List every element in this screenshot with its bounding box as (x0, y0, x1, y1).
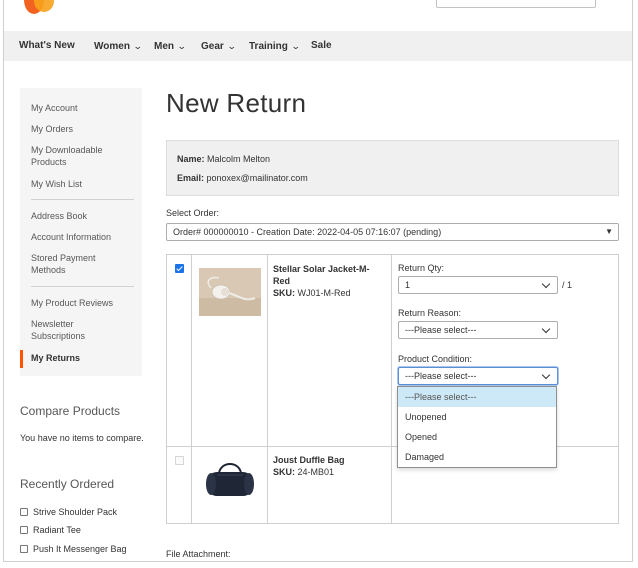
sidebar-item-my-account[interactable]: My Account (31, 102, 137, 114)
chevron-down-icon: ⌄ (132, 41, 143, 51)
recent-item[interactable]: Push It Messenger Bag (20, 543, 127, 555)
product-thumbnail[interactable] (199, 268, 261, 316)
search-input[interactable] (436, 0, 596, 8)
sidebar-divider (31, 199, 134, 200)
main-navigation: What's New Women ⌄ Men ⌄ Gear ⌄ Training ⌄ S… (4, 31, 632, 61)
recent-item[interactable]: Strive Shoulder Pack (20, 506, 117, 518)
chevron-down-icon (541, 279, 551, 289)
condition-option[interactable]: ---Please select--- (398, 387, 556, 407)
return-qty-label: Return Qty: (398, 263, 445, 273)
compare-empty-text: You have no items to compare. (20, 433, 144, 443)
chevron-down-icon (541, 324, 551, 334)
condition-option[interactable]: Unopened (398, 407, 556, 427)
product-name: Joust Duffle Bag (273, 455, 345, 465)
product-sku: SKU: 24-MB01 (273, 467, 335, 477)
product-sku: SKU: WJ01-M-Red (273, 288, 351, 298)
chevron-down-icon: ⌄ (226, 41, 237, 51)
condition-option[interactable]: Damaged (398, 447, 556, 467)
file-attachment-label: File Attachment: (166, 549, 231, 559)
sidebar-divider (31, 286, 134, 287)
return-qty-select[interactable]: 1 (398, 276, 558, 294)
recent-item-checkbox[interactable] (20, 526, 28, 534)
sidebar-item-downloadable-products[interactable]: My Downloadable Products (31, 144, 121, 168)
nav-item-gear[interactable]: Gear ⌄ (201, 31, 237, 61)
compare-products-title: Compare Products (20, 404, 121, 418)
nav-item-training[interactable]: Training ⌄ (249, 31, 301, 61)
nav-item-women[interactable]: Women ⌄ (94, 31, 143, 61)
return-reason-label: Return Reason: (398, 308, 462, 318)
nav-item-sale[interactable]: Sale (311, 31, 332, 61)
sidebar-item-account-information[interactable]: Account Information (31, 231, 137, 243)
sidebar-item-wish-list[interactable]: My Wish List (31, 178, 137, 190)
chevron-down-icon (541, 370, 551, 380)
sidebar-item-my-returns[interactable]: My Returns (31, 352, 137, 364)
customer-name: Name: Malcolm Melton (177, 154, 271, 164)
recent-item-checkbox[interactable] (20, 545, 28, 553)
recently-ordered-title: Recently Ordered (20, 477, 115, 491)
item-checkbox[interactable] (175, 264, 184, 273)
nav-item-men[interactable]: Men ⌄ (154, 31, 187, 61)
sidebar-item-stored-payment-methods[interactable]: Stored Payment Methods (31, 252, 111, 276)
select-order-label: Select Order: (166, 208, 220, 218)
product-thumbnail[interactable] (199, 455, 261, 503)
current-item-marker (20, 350, 23, 368)
product-condition-label: Product Condition: (398, 354, 473, 364)
recent-item[interactable]: Radiant Tee (20, 524, 81, 536)
chevron-down-icon: ⌄ (176, 41, 187, 51)
sidebar-item-product-reviews[interactable]: My Product Reviews (31, 297, 137, 309)
product-name: Stellar Solar Jacket-M-Red (273, 264, 370, 286)
sidebar-item-my-orders[interactable]: My Orders (31, 123, 137, 135)
qty-total: / 1 (562, 280, 573, 290)
product-condition-options: ---Please select--- Unopened Opened Dama… (397, 386, 557, 468)
customer-email: Email: ponoxex@mailinator.com (177, 173, 308, 183)
page-title: New Return (166, 88, 307, 118)
account-sidebar: My Account My Orders My Downloadable Pro… (20, 88, 142, 376)
item-checkbox[interactable] (175, 456, 184, 465)
chevron-down-icon: ⌄ (290, 41, 301, 51)
return-reason-select[interactable]: ---Please select--- (398, 321, 558, 339)
product-condition-select[interactable]: ---Please select--- (398, 367, 558, 385)
condition-option[interactable]: Opened (398, 427, 556, 447)
dropdown-arrow-icon: ▼ (605, 227, 613, 236)
recent-item-checkbox[interactable] (20, 508, 28, 516)
sidebar-item-newsletter-subscriptions[interactable]: Newsletter Subscriptions (31, 318, 111, 342)
order-select[interactable]: Order# 000000010 - Creation Date: 2022-0… (166, 223, 619, 241)
sidebar-item-address-book[interactable]: Address Book (31, 210, 137, 222)
browser-viewport: What's New Women ⌄ Men ⌄ Gear ⌄ Training ⌄ S… (3, 0, 633, 562)
customer-info-box: Name: Malcolm Melton Email: ponoxex@mail… (166, 140, 619, 196)
nav-item-whats-new[interactable]: What's New (19, 31, 75, 61)
store-logo[interactable] (24, 0, 54, 14)
